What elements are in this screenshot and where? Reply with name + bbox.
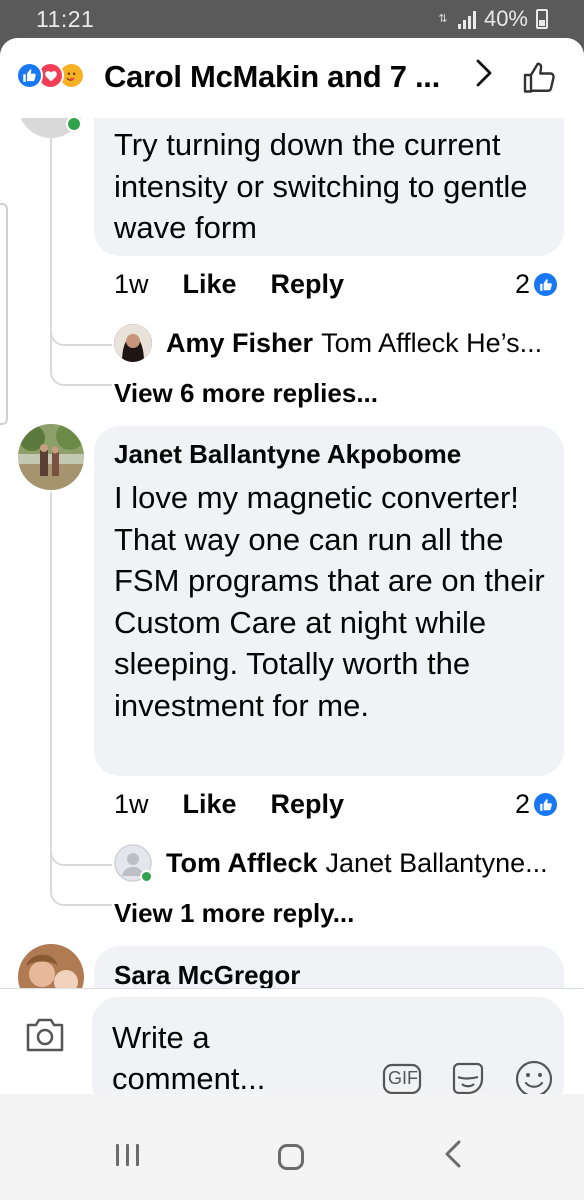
view-more-replies-link[interactable]: View 1 more reply... [114,898,354,929]
header-title[interactable]: Carol McMakin and 7 ... [104,59,440,95]
online-status-indicator [66,116,82,132]
like-reaction-icon [16,62,43,89]
reply-preview[interactable]: Amy Fisher Tom Affleck He’s... [114,324,542,362]
reply-snippet: Janet Ballantyne... [325,847,548,878]
comment-actions: 1w Like Reply [114,789,344,820]
comment-author[interactable]: Sara McGregor [114,960,300,991]
gif-button[interactable]: GIF [382,1063,422,1094]
signal-icon [457,9,476,29]
reaction-count-number: 2 [515,269,531,299]
comment-text: I love my magnetic converter! That way o… [114,480,545,723]
camera-icon[interactable] [24,1016,66,1054]
comment-text: Try turning down the current intensity o… [114,127,528,245]
avatar [114,844,153,883]
thread-line [50,492,52,884]
battery-icon [536,9,548,29]
home-icon[interactable] [278,1144,304,1170]
chevron-right-icon[interactable] [474,58,494,97]
status-time: 11:21 [36,6,95,32]
thread-connector [50,364,112,386]
like-reaction-icon [532,791,560,818]
scroll-edge-indicator [0,203,8,425]
recent-apps-icon[interactable] [116,1144,139,1166]
gif-label: GIF [388,1068,418,1088]
like-button[interactable]: Like [183,789,237,820]
online-status-indicator [140,870,153,883]
reply-button[interactable]: Reply [271,789,345,820]
like-button[interactable]: Like [183,269,237,300]
reply-button[interactable]: Reply [271,269,345,300]
comment-timestamp[interactable]: 1w [114,269,149,300]
comment-reaction-count[interactable]: 2 [515,269,560,300]
sticker-icon[interactable] [448,1059,488,1094]
comment-input[interactable]: Write a comment... GIF [92,997,564,1094]
comment-composer: Write a comment... GIF [0,988,584,1094]
system-navigation-bar [0,1094,584,1200]
comment-author[interactable]: Janet Ballantyne Akpobome [114,439,461,470]
thumbs-up-icon[interactable] [522,60,558,96]
battery-percentage: 40% [483,6,528,31]
comment-bubble[interactable]: Janet Ballantyne Akpobome I love my magn… [94,426,564,776]
reply-author: Amy Fisher [166,327,314,358]
avatar [114,324,152,362]
comments-sheet: Carol McMakin and 7 ... Try turning down… [0,38,584,1094]
avatar[interactable] [18,424,84,490]
thread-connector [50,848,112,866]
comment-timestamp[interactable]: 1w [114,789,149,820]
like-reaction-icon [532,271,560,298]
status-icons: ⇅ 40% [436,6,548,32]
reply-author: Tom Affleck [166,847,318,878]
emoji-icon[interactable] [514,1059,554,1094]
comment-input-placeholder: Write a comment... [112,1020,266,1094]
comment-actions: 1w Like Reply [114,269,344,300]
back-icon[interactable] [442,1138,464,1175]
network-type-icon: ⇅ [438,13,448,25]
status-bar: 11:21 ⇅ 40% [0,0,584,40]
reply-preview[interactable]: Tom Affleck Janet Ballantyne... [114,844,548,883]
reaction-count-number: 2 [515,789,531,819]
thread-connector [50,328,112,346]
comments-header: Carol McMakin and 7 ... [0,38,584,118]
view-more-replies-link[interactable]: View 6 more replies... [114,378,378,409]
thread-connector [50,884,112,906]
reaction-summary[interactable] [16,62,85,89]
reply-snippet: Tom Affleck He’s... [321,327,543,358]
comment-reaction-count[interactable]: 2 [515,789,560,820]
